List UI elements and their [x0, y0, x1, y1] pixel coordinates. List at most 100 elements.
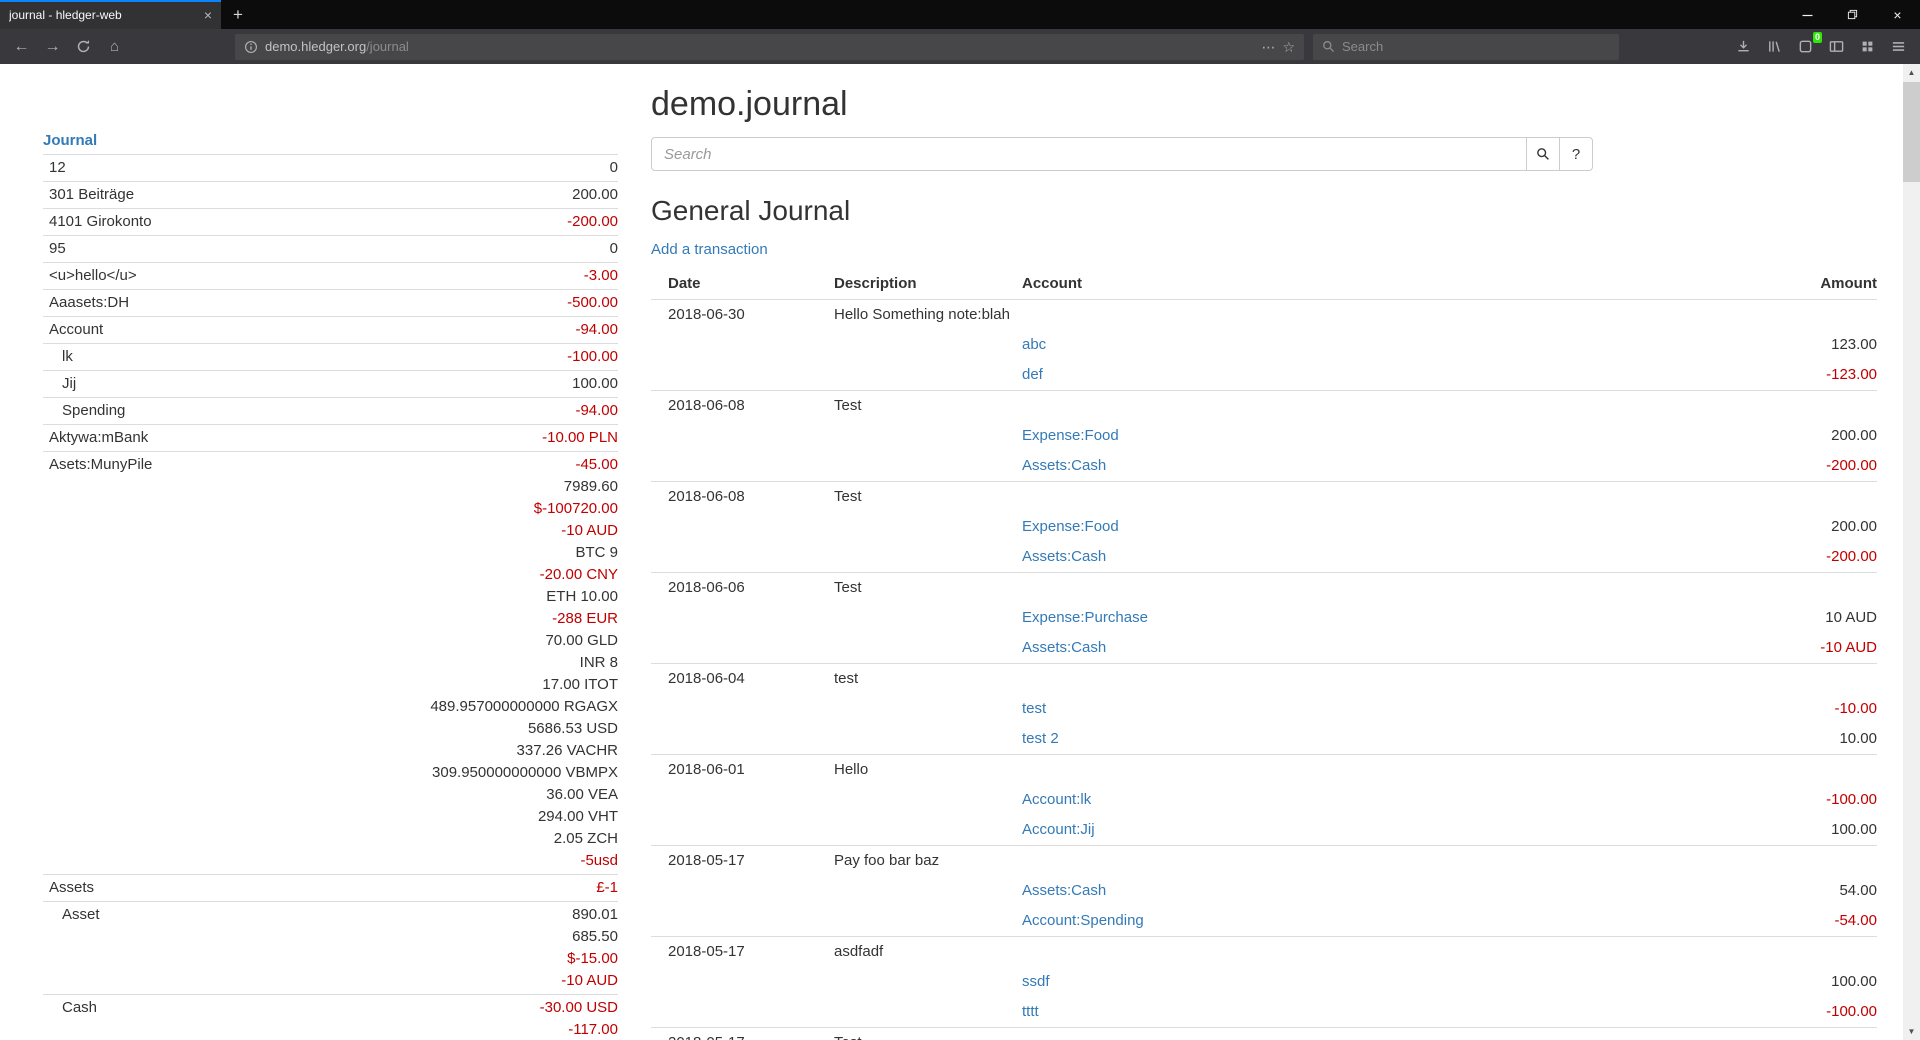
home-button[interactable]: ⌂ — [99, 32, 130, 61]
transaction: 2018-05-17asdfadfssdf100.00tttt-100.00 — [651, 937, 1877, 1028]
sidebar-account-link[interactable]: Aktywa:mBank — [49, 429, 148, 446]
sidebar-account-link[interactable]: Account — [49, 321, 103, 338]
sidebar-account-balance: 7989.60 — [255, 476, 618, 498]
posting-account-link[interactable]: Expense:Food — [1022, 427, 1119, 444]
journal-search-input[interactable] — [651, 137, 1527, 171]
posting-amount: 10 AUD — [1657, 603, 1877, 633]
extension-button[interactable]: 0 — [1790, 32, 1821, 61]
page-scrollbar[interactable]: ▲ ▼ — [1903, 64, 1920, 1040]
sidebar-account-balance: INR 8 — [255, 652, 618, 674]
posting-account-link[interactable]: Assets:Cash — [1022, 457, 1106, 474]
sidebar-account-balance: 890.01 — [255, 904, 618, 926]
window-close-button[interactable]: × — [1875, 0, 1920, 29]
posting-account-link[interactable]: Assets:Cash — [1022, 548, 1106, 565]
posting-amount: -54.00 — [1657, 906, 1877, 937]
hamburger-menu-icon — [1891, 39, 1906, 54]
browser-search-bar[interactable]: Search — [1313, 34, 1619, 60]
posting-account-link[interactable]: Expense:Food — [1022, 518, 1119, 535]
sidebar-account-link[interactable]: 301 Beiträge — [49, 186, 134, 203]
browser-titlebar: journal - hledger-web × + × — [0, 0, 1920, 29]
sidebar-account-link[interactable]: Asset — [62, 906, 100, 923]
window-restore-button[interactable] — [1830, 0, 1875, 29]
browser-tab[interactable]: journal - hledger-web × — [0, 0, 221, 29]
scroll-down-arrow-icon[interactable]: ▼ — [1903, 1023, 1920, 1040]
posting-account-link[interactable]: Assets:Cash — [1022, 882, 1106, 899]
sidebar-account-link[interactable]: 4101 Girokonto — [49, 213, 152, 230]
sidebar-account-balance: ETH 10.00 — [255, 586, 618, 608]
new-tab-button[interactable]: + — [221, 0, 255, 29]
transaction-description: Test — [826, 1028, 1877, 1040]
sidebar-account-balance: -10.00 PLN — [255, 427, 618, 449]
posting-account-link[interactable]: test — [1022, 700, 1046, 717]
transaction-description: asdfadf — [826, 937, 1877, 968]
add-transaction-link[interactable]: Add a transaction — [651, 241, 768, 258]
posting-account-link[interactable]: Account:Spending — [1022, 912, 1144, 929]
sidebar-account-link[interactable]: Assets — [49, 879, 94, 896]
journal-search-button[interactable] — [1526, 137, 1560, 171]
transaction-title-row: 2018-06-04test — [651, 664, 1877, 695]
posting-account-link[interactable]: Expense:Purchase — [1022, 609, 1148, 626]
sidebar-account-link[interactable]: Asets:MunyPile — [49, 456, 152, 473]
bookmark-star-icon[interactable]: ☆ — [1282, 40, 1295, 54]
sidebar-account-row: Asets:MunyPile-45.007989.60$-100720.00-1… — [43, 452, 618, 875]
sidebar-journal-link[interactable]: Journal — [43, 132, 97, 149]
sidebar-account-balance: 337.26 VACHR — [255, 740, 618, 762]
forward-button[interactable]: → — [37, 32, 68, 61]
transaction-title-row: 2018-06-08Test — [651, 391, 1877, 422]
search-help-button[interactable]: ? — [1559, 137, 1593, 171]
posting-amount: 10.00 — [1657, 724, 1877, 755]
tab-close-icon[interactable]: × — [204, 8, 212, 22]
posting-account-link[interactable]: test 2 — [1022, 730, 1059, 747]
transaction-description: Pay foo bar baz — [826, 846, 1877, 877]
transaction-description: Test — [826, 573, 1877, 604]
sidebar-account-balance: -100.00 — [255, 346, 618, 368]
sidebar-account-balance: 36.00 VEA — [255, 784, 618, 806]
sidebar-account-link[interactable]: Spending — [62, 402, 125, 419]
posting-account-link[interactable]: ssdf — [1022, 973, 1050, 990]
reload-icon — [76, 39, 91, 54]
scrollbar-thumb[interactable] — [1903, 82, 1920, 182]
transaction: 2018-06-08TestExpense:Food200.00Assets:C… — [651, 391, 1877, 482]
posting-account-link[interactable]: Account:lk — [1022, 791, 1091, 808]
url-text[interactable]: demo.hledger.org/journal — [265, 39, 409, 54]
reload-button[interactable] — [68, 32, 99, 61]
back-button[interactable]: ← — [6, 32, 37, 61]
sidebar-account-balance: -45.00 — [255, 454, 618, 476]
sidebar-account-link[interactable]: <u>hello</u> — [49, 267, 137, 284]
sidebar-account-link[interactable]: Cash — [62, 999, 97, 1016]
apps-button[interactable] — [1852, 32, 1883, 61]
sidebar-account-row: Cash-30.00 USD-117.00 — [43, 995, 618, 1040]
posting-account-link[interactable]: def — [1022, 366, 1043, 383]
scroll-up-arrow-icon[interactable]: ▲ — [1903, 64, 1920, 81]
url-domain: demo.hledger.org — [265, 39, 366, 54]
sidebar-account-balance: 5686.53 USD — [255, 718, 618, 740]
posting-account-link[interactable]: Assets:Cash — [1022, 639, 1106, 656]
transaction-description: Hello Something note:blah — [826, 300, 1877, 331]
window-minimize-button[interactable] — [1785, 0, 1830, 29]
sidebar-account-balance: -288 EUR — [255, 608, 618, 630]
posting-account-link[interactable]: abc — [1022, 336, 1046, 353]
url-bar[interactable]: demo.hledger.org/journal ⋯ ☆ — [235, 34, 1304, 60]
search-icon — [1536, 147, 1550, 161]
page-actions-icon[interactable]: ⋯ — [1261, 40, 1275, 54]
posting-account-link[interactable]: tttt — [1022, 1003, 1039, 1020]
transaction-title-row: 2018-06-01Hello — [651, 755, 1877, 786]
transaction-description: Hello — [826, 755, 1877, 786]
sidebar-account-link[interactable]: Aaasets:DH — [49, 294, 129, 311]
posting-amount: 100.00 — [1657, 815, 1877, 846]
downloads-button[interactable] — [1728, 32, 1759, 61]
transaction: 2018-06-04testtest-10.00test 210.00 — [651, 664, 1877, 755]
menu-button[interactable] — [1883, 32, 1914, 61]
library-button[interactable] — [1759, 32, 1790, 61]
posting-account-link[interactable]: Account:Jij — [1022, 821, 1095, 838]
tab-title: journal - hledger-web — [9, 8, 196, 22]
sidebar-account-link[interactable]: 12 — [49, 159, 66, 176]
sidebar-account-link[interactable]: Jij — [62, 375, 76, 392]
sidebar-toggle-button[interactable] — [1821, 32, 1852, 61]
posting-row: Assets:Cash54.00 — [651, 876, 1877, 906]
site-info-icon[interactable] — [244, 40, 258, 54]
forward-icon: → — [45, 38, 61, 56]
page-content: Journal 120301 Beiträge200.004101 Giroko… — [0, 64, 1920, 1040]
sidebar-account-link[interactable]: lk — [62, 348, 73, 365]
sidebar-account-link[interactable]: 95 — [49, 240, 66, 257]
